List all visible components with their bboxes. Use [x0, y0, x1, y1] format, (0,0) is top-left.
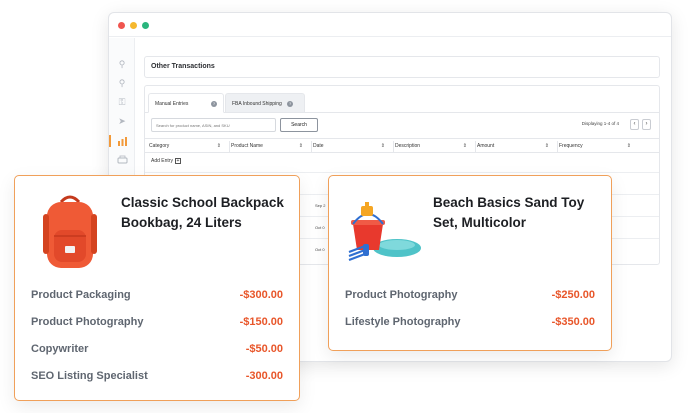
column-divider	[393, 141, 394, 152]
search-row: Search Displaying 1-4 of 4 ‹ ›	[151, 118, 653, 132]
tag-icon[interactable]: ⚲	[116, 78, 128, 88]
service-name: Product Photography	[345, 289, 458, 301]
service-row: Product Photography -$250.00	[345, 289, 595, 305]
tab-fba-inbound-shipping[interactable]: FBA Inbound Shipping ?	[225, 93, 305, 113]
sort-icon[interactable]: ⇕	[627, 139, 631, 154]
send-icon[interactable]: ➤	[116, 116, 128, 126]
maximize-window-button[interactable]	[142, 22, 149, 29]
row-divider	[145, 172, 659, 173]
column-label: Description	[395, 143, 421, 149]
minimize-window-button[interactable]	[130, 22, 137, 29]
search-icon[interactable]: ⚲	[116, 59, 128, 69]
product-title: Classic School Backpack Bookbag, 24 Lite…	[121, 195, 284, 230]
service-cost: -$150.00	[239, 316, 283, 328]
service-cost: -300.00	[245, 370, 283, 382]
title-bar	[109, 13, 671, 37]
product-cost-card: Classic School Backpack Bookbag, 24 Lite…	[14, 175, 300, 401]
product-title: Beach Basics Sand Toy Set, Multicolor	[433, 195, 585, 230]
printer-icon[interactable]	[116, 155, 128, 165]
column-header-amount[interactable]: Amount ⇕	[477, 139, 555, 154]
sort-icon[interactable]: ⇕	[217, 139, 221, 154]
add-entry-label: Add Entry	[151, 158, 173, 164]
sort-icon[interactable]: ⇕	[463, 139, 467, 154]
row-date: Oct 0	[315, 225, 325, 230]
service-cost: -$350.00	[551, 316, 595, 328]
close-window-button[interactable]	[118, 22, 125, 29]
service-cost: -$250.00	[551, 289, 595, 301]
sand-toy-image	[348, 202, 421, 262]
service-row: Product Packaging -$300.00	[31, 289, 283, 305]
column-divider	[229, 141, 230, 152]
row-date: Sep 2	[315, 203, 326, 208]
service-row: Copywriter -$50.00	[31, 343, 283, 359]
tab-manual-entries[interactable]: Manual Entries ?	[148, 93, 224, 113]
column-label: Date	[313, 143, 324, 149]
add-entry-button[interactable]: Add Entry +	[151, 158, 181, 164]
search-input[interactable]	[151, 118, 276, 132]
sort-icon[interactable]: ⇕	[545, 139, 549, 154]
active-indicator	[109, 135, 111, 147]
column-header-description[interactable]: Description ⇕	[395, 139, 473, 154]
sort-icon[interactable]: ⇕	[381, 139, 385, 154]
service-cost: -$300.00	[239, 289, 283, 301]
service-name: Copywriter	[31, 343, 89, 355]
service-name: Lifestyle Photography	[345, 316, 461, 328]
column-header-frequency[interactable]: Frequency ⇕	[559, 139, 637, 154]
tab-bar: Manual Entries ? FBA Inbound Shipping ?	[145, 93, 659, 113]
product-cost-card: Beach Basics Sand Toy Set, Multicolor Pr…	[328, 175, 612, 351]
service-name: Product Packaging	[31, 289, 131, 301]
table-header: Category ⇕ Product Name ⇕ Date ⇕ Descriptio…	[145, 138, 659, 153]
help-icon[interactable]: ?	[287, 100, 294, 107]
column-header-date[interactable]: Date ⇕	[313, 139, 391, 154]
service-name: Product Photography	[31, 316, 144, 328]
help-icon[interactable]: ?	[211, 101, 217, 107]
column-divider	[311, 141, 312, 152]
column-divider	[557, 141, 558, 152]
service-row: SEO Listing Specialist -300.00	[31, 370, 283, 386]
search-button[interactable]: Search	[280, 118, 318, 132]
next-page-button[interactable]: ›	[642, 119, 651, 130]
column-divider	[475, 141, 476, 152]
backpack-image	[43, 195, 97, 268]
column-header-category[interactable]: Category ⇕	[149, 139, 227, 154]
key-icon[interactable]: ⚿	[116, 97, 128, 107]
column-label: Product Name	[231, 143, 263, 149]
chart-icon[interactable]	[116, 136, 128, 146]
sort-icon[interactable]: ⇕	[299, 139, 303, 154]
plus-icon: +	[174, 158, 181, 164]
tab-label: FBA Inbound Shipping	[232, 101, 282, 107]
column-header-product-name[interactable]: Product Name ⇕	[231, 139, 309, 154]
column-label: Frequency	[559, 143, 583, 149]
service-cost: -$50.00	[245, 343, 283, 355]
pagination-status: Displaying 1-4 of 4	[581, 121, 619, 126]
row-date: Oct 0	[315, 247, 325, 252]
service-row: Product Photography -$150.00	[31, 316, 283, 332]
column-label: Amount	[477, 143, 495, 149]
section-title: Other Transactions	[144, 56, 660, 78]
prev-page-button[interactable]: ‹	[630, 119, 639, 130]
column-label: Category	[149, 143, 170, 149]
tab-label: Manual Entries	[155, 101, 189, 107]
service-row: Lifestyle Photography -$350.00	[345, 316, 595, 332]
service-name: SEO Listing Specialist	[31, 370, 148, 382]
